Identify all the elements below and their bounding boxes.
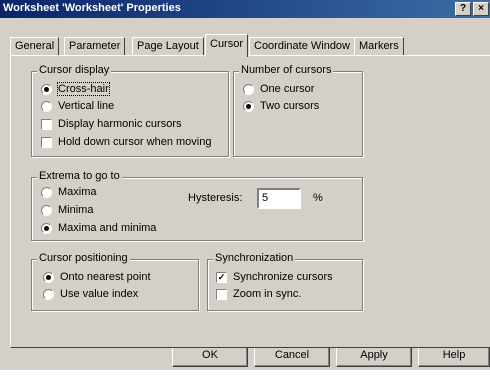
- cursor-tab-panel: Cursor display Cross-hair Vertical line …: [10, 55, 490, 348]
- cursor-display-group: Cursor display Cross-hair Vertical line …: [31, 64, 229, 157]
- tab-cursor[interactable]: Cursor: [205, 34, 249, 57]
- checkbox-indicator[interactable]: [41, 119, 52, 130]
- tab-parameter[interactable]: Parameter: [64, 37, 126, 56]
- cursor-display-legend: Cursor display: [37, 64, 112, 76]
- help-title-button[interactable]: ?: [455, 2, 471, 16]
- minima-label: Minima: [58, 204, 94, 216]
- close-title-button[interactable]: ×: [473, 2, 489, 16]
- radio-indicator[interactable]: [41, 101, 52, 112]
- radio-indicator[interactable]: [43, 289, 54, 300]
- properties-dialog: Worksheet 'Worksheet' Properties ? × Gen…: [0, 0, 490, 370]
- maxima-label: Maxima: [58, 186, 97, 198]
- display-harmonic-cursors-label: Display harmonic cursors: [58, 118, 182, 130]
- maxima-and-minima-label: Maxima and minima: [58, 222, 157, 234]
- hysteresis-label: Hysteresis:: [188, 192, 243, 204]
- window-title: Worksheet 'Worksheet' Properties: [3, 2, 181, 14]
- hysteresis-input[interactable]: 5: [257, 188, 301, 209]
- synchronization-group: Synchronization ✓ Synchronize cursors Zo…: [207, 252, 363, 311]
- radio-indicator[interactable]: [43, 272, 54, 283]
- one-cursor-label: One cursor: [260, 83, 315, 95]
- radio-indicator[interactable]: [41, 187, 52, 198]
- radio-indicator[interactable]: [41, 223, 52, 234]
- extrema-legend: Extrema to go to: [37, 170, 122, 182]
- hold-down-cursor-label: Hold down cursor when moving: [58, 136, 212, 148]
- cursor-positioning-group: Cursor positioning Onto nearest point Us…: [31, 252, 199, 311]
- hysteresis-unit: %: [313, 192, 323, 204]
- number-of-cursors-legend: Number of cursors: [239, 64, 334, 76]
- tab-markers[interactable]: Markers: [354, 37, 404, 56]
- tab-coordinate-window[interactable]: Coordinate Window: [249, 37, 355, 56]
- synchronization-legend: Synchronization: [213, 252, 296, 264]
- extrema-group: Extrema to go to Maxima Minima Maxima an…: [31, 170, 363, 241]
- checkbox-indicator[interactable]: ✓: [216, 272, 227, 283]
- cross-hair-label: Cross-hair: [57, 82, 110, 96]
- vertical-line-label: Vertical line: [58, 100, 115, 112]
- radio-indicator[interactable]: [41, 84, 52, 95]
- radio-indicator[interactable]: [243, 101, 254, 112]
- cursor-positioning-legend: Cursor positioning: [37, 252, 130, 264]
- two-cursors-label: Two cursors: [260, 100, 320, 112]
- tab-general[interactable]: General: [10, 37, 60, 56]
- checkbox-indicator[interactable]: [216, 289, 227, 300]
- checkbox-indicator[interactable]: [41, 137, 52, 148]
- radio-indicator[interactable]: [243, 84, 254, 95]
- synchronize-cursors-label: Synchronize cursors: [233, 271, 333, 283]
- number-of-cursors-group: Number of cursors One cursor Two cursors: [233, 64, 363, 157]
- use-value-index-label: Use value index: [60, 288, 139, 300]
- radio-indicator[interactable]: [41, 205, 52, 216]
- title-bar: Worksheet 'Worksheet' Properties ? ×: [0, 0, 490, 18]
- tab-page-layout[interactable]: Page Layout: [132, 37, 204, 56]
- zoom-in-sync-label: Zoom in sync.: [233, 288, 302, 300]
- onto-nearest-point-label: Onto nearest point: [60, 271, 151, 283]
